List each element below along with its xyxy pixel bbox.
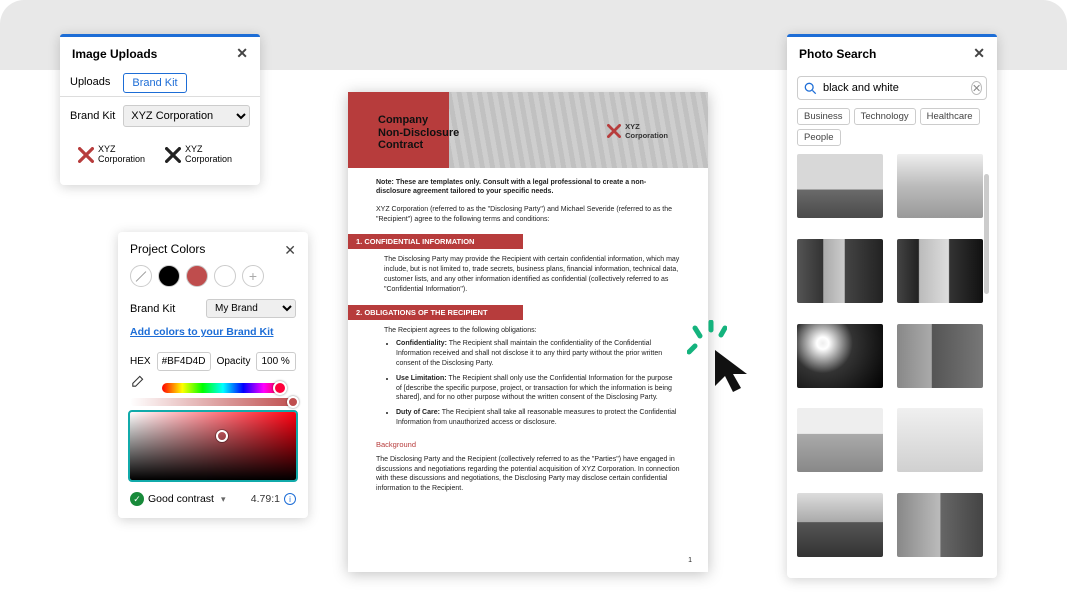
brandkit-label: Brand Kit [130,303,175,315]
close-icon[interactable]: ✕ [236,45,248,62]
photo-result[interactable] [797,493,883,557]
swatch-row: + [118,265,308,295]
photo-grid [787,154,997,578]
photo-result[interactable] [897,493,983,557]
background-head: Background [376,440,680,449]
doc-intro: XYZ Corporation (referred to as the "Dis… [376,205,680,225]
photo-search-header: Photo Search ✕ [787,37,997,70]
brand-logo[interactable]: XYZ Corporation [165,145,232,165]
photo-search-panel: Photo Search ✕ ✕ Business Technology Hea… [787,34,997,578]
image-uploads-header: Image Uploads ✕ [60,37,260,70]
project-colors-title: Project Colors [130,242,205,259]
brandkit-select[interactable]: XYZ Corporation [123,105,250,127]
background-body: The Disclosing Party and the Recipient (… [376,455,680,494]
section-2-head: 2. OBLIGATIONS OF THE RECIPIENT [348,305,523,320]
brandkit-row: Brand Kit My Brand [118,295,308,322]
photo-result[interactable] [797,324,883,388]
brand-select[interactable]: My Brand [206,299,296,318]
contrast-ratio: 4.79:1 i [251,493,296,505]
chip-business[interactable]: Business [797,108,850,125]
hex-row: HEX Opacity [118,348,308,375]
section-2-list: Confidentiality: The Recipient shall mai… [396,339,680,427]
eyedropper-icon[interactable] [130,375,144,394]
project-colors-header: Project Colors ✕ [118,232,308,265]
photo-result[interactable] [797,408,883,472]
contrast-row: ✓ Good contrast 4.79:1 i [118,488,308,510]
photo-result[interactable] [897,154,983,218]
chip-row: Business Technology Healthcare People [787,106,997,154]
clear-search-icon[interactable]: ✕ [971,81,982,95]
search-wrap: ✕ [787,70,997,106]
hex-label: HEX [130,356,151,367]
photo-result[interactable] [897,408,983,472]
swatch-add[interactable]: + [242,265,264,287]
project-colors-panel: Project Colors ✕ + Brand Kit My Brand Ad… [118,232,308,518]
search-input[interactable] [823,82,965,94]
section-1-body: The Disclosing Party may provide the Rec… [384,255,680,294]
list-item: Use Limitation: The Recipient shall only… [396,374,680,403]
cursor-arrow-icon [713,348,753,394]
close-icon[interactable]: ✕ [284,242,296,259]
doc-hero: Company Non-Disclosure Contract XYZ Corp… [348,92,708,168]
scrollbar[interactable] [984,174,989,294]
chip-people[interactable]: People [797,129,841,146]
list-item: Confidentiality: The Recipient shall mai… [396,339,680,368]
doc-logo: XYZ Corporation [607,122,668,140]
chip-healthcare[interactable]: Healthcare [920,108,980,125]
x-logo-icon [165,147,181,163]
upload-tabs: Uploads Brand Kit [60,70,260,97]
check-icon: ✓ [130,492,144,506]
brandkit-selector-row: Brand Kit XYZ Corporation [60,97,260,135]
photo-result[interactable] [897,324,983,388]
swatch-red[interactable] [186,265,208,287]
chevron-down-icon [218,493,226,505]
section-2-intro: The Recipient agrees to the following ob… [384,326,680,336]
saturation-value-picker[interactable] [130,412,296,480]
list-item: Duty of Care: The Recipient shall take a… [396,408,680,428]
cursor-graphic [695,330,755,390]
doc-body: Note: These are templates only. Consult … [348,168,708,504]
doc-note: Note: These are templates only. Consult … [376,178,680,197]
close-icon[interactable]: ✕ [973,45,985,62]
sv-knob[interactable] [216,430,228,442]
info-icon[interactable]: i [284,493,296,505]
photo-result[interactable] [897,239,983,303]
contrast-label: Good contrast [148,493,214,505]
search-icon [804,82,817,95]
hue-knob[interactable] [273,381,287,395]
doc-title: Company Non-Disclosure Contract [378,114,459,152]
photo-search-title: Photo Search [799,47,876,61]
contrast-status[interactable]: ✓ Good contrast [130,492,225,506]
photo-result[interactable] [797,239,883,303]
opacity-input[interactable] [256,352,296,371]
brand-logo[interactable]: XYZ Corporation [78,145,145,165]
section-1-head: 1. CONFIDENTIAL INFORMATION [348,234,523,249]
image-uploads-panel: Image Uploads ✕ Uploads Brand Kit Brand … [60,34,260,185]
alpha-knob[interactable] [287,396,299,408]
document-preview[interactable]: Company Non-Disclosure Contract XYZ Corp… [348,92,708,572]
image-uploads-title: Image Uploads [72,47,157,61]
swatch-white[interactable] [214,265,236,287]
photo-result[interactable] [797,154,883,218]
hue-slider[interactable] [162,383,284,393]
swatch-none[interactable] [130,265,152,287]
tab-uploads[interactable]: Uploads [60,70,120,96]
swatch-black[interactable] [158,265,180,287]
brand-logos: XYZ Corporation XYZ Corporation [60,135,260,185]
chip-technology[interactable]: Technology [854,108,916,125]
x-logo-icon [78,147,94,163]
search-box: ✕ [797,76,987,100]
alpha-slider[interactable] [130,398,296,406]
tab-brand-kit[interactable]: Brand Kit [123,73,186,93]
hex-input[interactable] [157,352,211,371]
add-colors-link[interactable]: Add colors to your Brand Kit [118,322,308,348]
page-number: 1 [688,557,692,564]
opacity-label: Opacity [217,356,251,367]
brandkit-label: Brand Kit [70,110,115,122]
x-logo-icon [607,124,621,138]
